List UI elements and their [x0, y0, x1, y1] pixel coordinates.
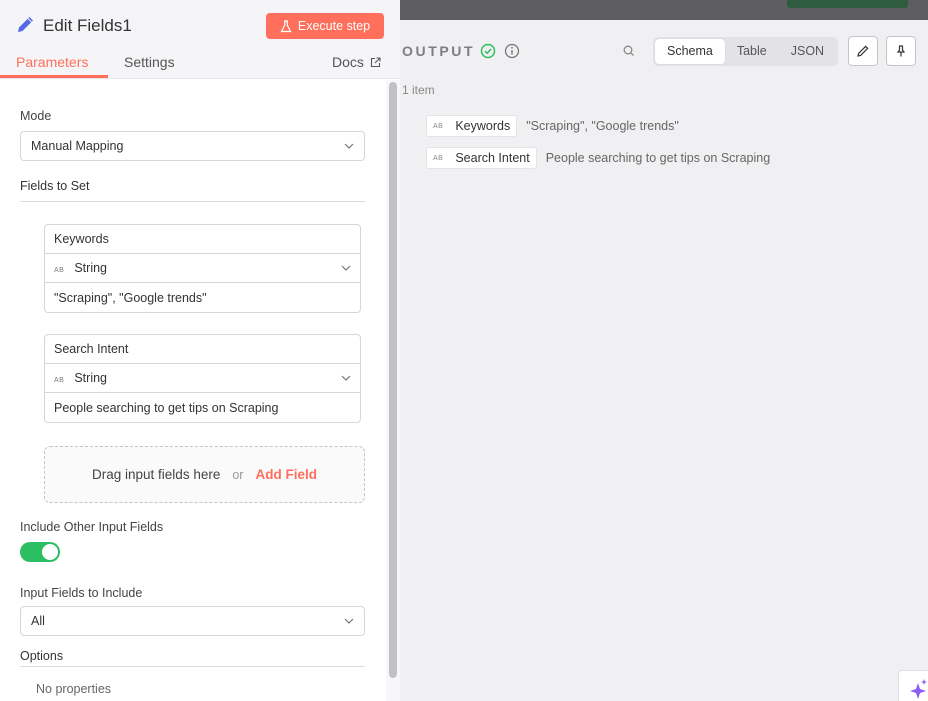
schema-field-chip[interactable]: AB Search Intent [426, 147, 537, 169]
include-other-label: Include Other Input Fields [20, 520, 164, 534]
success-check-icon [480, 43, 496, 59]
mode-label: Mode [20, 109, 52, 123]
tab-schema[interactable]: Schema [655, 39, 725, 64]
field-assignment: Search Intent AB String People searching … [44, 334, 361, 423]
field-type-select[interactable]: AB String [45, 364, 360, 393]
tab-parameters[interactable]: Parameters [16, 54, 88, 70]
mode-select[interactable]: Manual Mapping [20, 131, 365, 161]
pin-data-button[interactable] [886, 36, 916, 66]
input-fields-include-value: All [31, 614, 45, 628]
input-fields-include-select[interactable]: All [20, 606, 365, 636]
drop-zone-or: or [232, 467, 244, 482]
active-tab-indicator [0, 75, 108, 78]
field-assignment: Keywords AB String "Scraping", "Google tr… [44, 224, 361, 313]
chevron-down-icon [341, 265, 351, 271]
pin-icon [896, 45, 906, 57]
field-value-input[interactable]: People searching to get tips on Scraping [45, 393, 360, 422]
ai-assistant-button[interactable] [898, 670, 928, 701]
pencil-icon [857, 45, 869, 57]
execute-step-button[interactable]: Execute step [266, 13, 384, 39]
schema-field-chip[interactable]: AB Keywords [426, 115, 518, 137]
mode-value: Manual Mapping [31, 139, 124, 153]
canvas-top-button[interactable] [787, 0, 908, 8]
chevron-down-icon [344, 143, 354, 149]
item-count: 1 item [402, 83, 435, 97]
external-link-icon [370, 56, 381, 67]
fields-to-set-label: Fields to Set [20, 179, 90, 193]
schema-field-name: Keywords [455, 119, 511, 133]
flask-icon [280, 19, 292, 32]
divider [20, 666, 365, 667]
no-properties-text: No properties [36, 682, 112, 696]
string-type-icon: AB [433, 154, 444, 162]
add-field-button[interactable]: Add Field [255, 467, 317, 482]
docs-label: Docs [332, 54, 364, 70]
input-fields-include-label: Input Fields to Include [20, 586, 143, 600]
node-parameters-panel: Edit Fields1 Execute step Parameters Set… [0, 0, 400, 701]
edit-output-button[interactable] [848, 36, 878, 66]
tab-json[interactable]: JSON [779, 39, 836, 64]
field-name-input[interactable]: Keywords [45, 225, 360, 254]
string-type-icon: AB [433, 122, 444, 130]
field-type-value: String [74, 261, 107, 275]
schema-row: AB Keywords "Scraping", "Google trends" [426, 115, 679, 137]
string-type-icon: AB [54, 267, 65, 274]
docs-link[interactable]: Docs [332, 54, 381, 70]
panel-header: Edit Fields1 Execute step Parameters Set… [0, 0, 400, 79]
scrollbar-thumb[interactable] [389, 82, 397, 678]
schema-field-value: People searching to get tips on Scraping [545, 151, 771, 165]
output-title: OUTPUT [402, 43, 476, 59]
field-value-input[interactable]: "Scraping", "Google trends" [45, 283, 360, 312]
pencil-icon [18, 17, 33, 32]
search-icon[interactable] [622, 44, 636, 58]
include-other-toggle[interactable] [20, 542, 60, 562]
schema-field-value: "Scraping", "Google trends" [526, 119, 679, 133]
info-icon[interactable] [504, 43, 520, 59]
output-pane: OUTPUT Schema Table JSON 1 item AB Keywo… [400, 20, 928, 701]
chevron-down-icon [344, 618, 354, 624]
schema-row: AB Search Intent People searching to get… [426, 147, 770, 169]
drop-zone-text: Drag input fields here [92, 467, 221, 482]
field-type-select[interactable]: AB String [45, 254, 360, 283]
divider [20, 201, 365, 202]
toggle-knob [42, 544, 58, 560]
string-type-icon: AB [54, 377, 65, 384]
output-view-switcher: Schema Table JSON [653, 37, 839, 66]
field-type-value: String [74, 371, 107, 385]
field-name-input[interactable]: Search Intent [45, 335, 360, 364]
tab-table[interactable]: Table [725, 39, 779, 64]
chevron-down-icon [341, 375, 351, 381]
schema-field-name: Search Intent [455, 151, 530, 165]
tab-settings[interactable]: Settings [124, 54, 175, 70]
node-title[interactable]: Edit Fields1 [43, 16, 132, 36]
sparkle-icon [910, 679, 927, 699]
field-drop-zone[interactable]: Drag input fields here or Add Field [44, 446, 365, 503]
execute-step-label: Execute step [297, 19, 371, 33]
options-label: Options [20, 649, 64, 663]
